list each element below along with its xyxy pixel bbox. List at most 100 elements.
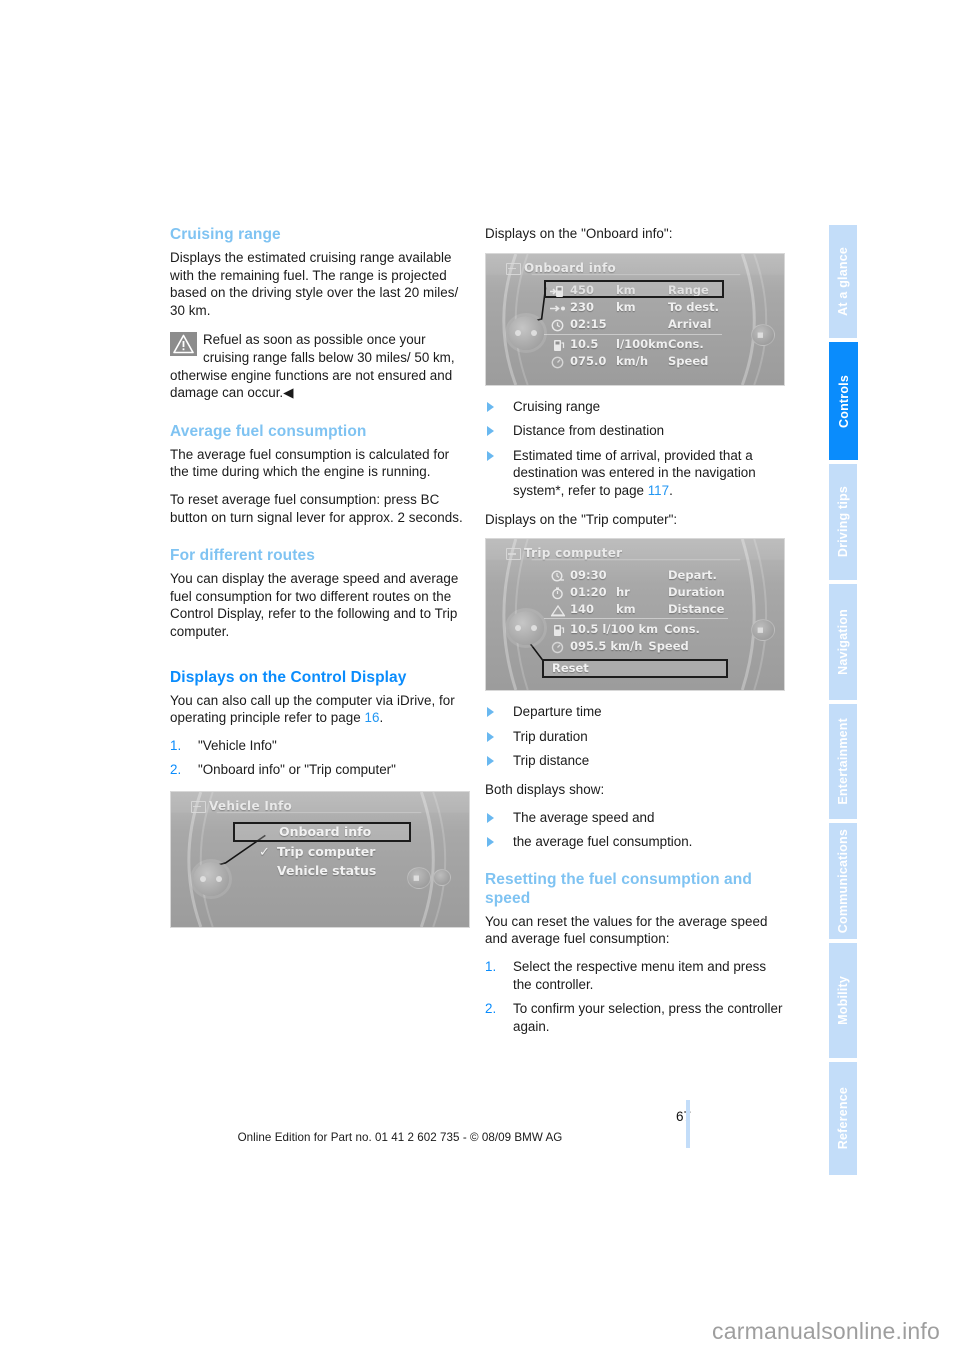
- step-text: Select the respective menu item and pres…: [513, 958, 767, 992]
- table-row[interactable]: 140 km Distance: [550, 600, 746, 617]
- list-item: The average speed and: [485, 809, 785, 827]
- cell-value: 140: [570, 601, 595, 616]
- menu-item-onboard-info[interactable]: Onboard info: [233, 821, 411, 842]
- step-text: "Vehicle Info": [198, 737, 277, 753]
- table-row[interactable]: 095.5 km/h Speed: [550, 637, 746, 654]
- menu-item-trip-computer[interactable]: ✓ Trip computer: [233, 842, 411, 861]
- site-watermark: carmanualsonline.info: [712, 1318, 940, 1344]
- table-row[interactable]: 10.5 l/100km Cons.: [550, 336, 740, 353]
- idrive-controller-graphic: [508, 611, 544, 646]
- onboard-info-bullet-list: Cruising range Distance from destination…: [485, 398, 785, 500]
- paragraph-onboard-intro: Displays on the "Onboard info":: [485, 226, 673, 241]
- cell-value: 01:20: [570, 584, 607, 599]
- page-link-16[interactable]: 16: [365, 710, 380, 725]
- distance-road-icon: [550, 602, 570, 617]
- sidebar-tab-communications[interactable]: Communications: [829, 823, 857, 941]
- cell-label: Depart.: [668, 567, 717, 582]
- cell-value: 075.0: [570, 354, 607, 369]
- table-row[interactable]: 01:20 hr Duration: [550, 583, 746, 600]
- idrive-title: Vehicle Info: [209, 798, 293, 813]
- cell-value: 02:15: [570, 317, 607, 332]
- cell-label: Duration: [668, 584, 725, 599]
- idrive-screenshot-vehicle-info: Vehicle Info Onboard info ✓ Trip compute…: [170, 790, 470, 928]
- paragraph-trip-intro: Displays on the "Trip computer":: [485, 511, 678, 527]
- bullet-text-end: .: [669, 482, 673, 498]
- sidebar-tab-label: Controls: [836, 374, 851, 428]
- paragraph-cruising-range: Displays the estimated cruising range av…: [170, 250, 459, 318]
- menu-item-label: Onboard info: [279, 823, 372, 839]
- bullet-text: Cruising range: [513, 398, 601, 414]
- paragraph-dcd-1-text: You can also call up the computer via iD…: [170, 692, 455, 726]
- list-item: the average fuel consumption.: [485, 833, 785, 851]
- sidebar-tab-mobility[interactable]: Mobility: [829, 943, 857, 1060]
- row-divider: [544, 618, 728, 620]
- list-item: 1. Select the respective menu item and p…: [485, 958, 785, 993]
- bullet-text: The average speed and: [513, 809, 655, 825]
- idrive-controller-graphic: [193, 861, 229, 896]
- fuel-pump-icon: [550, 337, 570, 352]
- cell-unit: hr: [616, 584, 630, 599]
- resetting-step-list: 1. Select the respective menu item and p…: [485, 958, 785, 1035]
- bullet-text: the average fuel consumption.: [513, 834, 693, 850]
- departure-clock-icon: [550, 568, 570, 582]
- sidebar-tab-reference[interactable]: Reference: [829, 1062, 857, 1175]
- step-number: 1.: [485, 958, 497, 974]
- reset-button[interactable]: Reset: [542, 659, 728, 679]
- page-link-117[interactable]: 117: [648, 483, 669, 498]
- cell-value: 10.5 l/100 km: [570, 621, 659, 636]
- right-content-column: Displays on the "Onboard info": Onboard …: [485, 225, 785, 1047]
- step-text: To confirm your selection, press the con…: [513, 1001, 783, 1034]
- section-tab-rail: At a glance Controls Driving tips Naviga…: [829, 225, 858, 1175]
- table-row[interactable]: 09:30 Depart.: [550, 566, 746, 583]
- cell-unit: km: [616, 601, 636, 616]
- cell-unit: km/h: [616, 354, 649, 369]
- sidebar-tab-at-a-glance[interactable]: At a glance: [829, 225, 857, 340]
- cell-label: Cons.: [668, 337, 704, 352]
- menu-item-vehicle-status[interactable]: Vehicle status: [233, 861, 411, 880]
- sidebar-tab-entertainment[interactable]: Entertainment: [829, 704, 857, 821]
- heading-displays-on-control-display: Displays on the Control Display: [170, 668, 407, 686]
- list-item: Trip duration: [485, 728, 785, 746]
- sidebar-tab-controls[interactable]: Controls: [829, 342, 858, 462]
- cell-value: 095.5 km/h: [570, 638, 643, 653]
- paragraph-both-displays-intro: Both displays show:: [485, 781, 605, 797]
- checkmark-icon: ✓: [259, 844, 270, 860]
- trip-computer-bullet-list: Departure time Trip duration Trip distan…: [485, 703, 785, 770]
- both-displays-bullet-list: The average speed and the average fuel c…: [485, 809, 785, 851]
- left-content-column: Cruising range Displays the estimated cr…: [170, 225, 470, 940]
- table-row[interactable]: 02:15 Arrival: [550, 316, 740, 333]
- table-row[interactable]: 10.5 l/100 km Cons.: [550, 620, 746, 637]
- bullet-text: Distance from destination: [513, 423, 665, 439]
- warning-triangle-icon: [170, 332, 197, 357]
- speedometer-icon: [550, 354, 570, 369]
- sidebar-tab-label: Communications: [836, 828, 850, 934]
- sidebar-tab-label: Driving tips: [836, 486, 850, 558]
- arrow-to-destination-icon: [550, 300, 570, 314]
- sidebar-tab-label: Entertainment: [836, 718, 850, 805]
- idrive-title: Onboard info: [524, 260, 617, 275]
- heading-cruising-range: Cruising range: [170, 226, 281, 243]
- triangle-bullet-icon: [487, 837, 494, 848]
- cell-value: 230: [570, 300, 595, 315]
- table-row[interactable]: 450 km Range: [544, 279, 740, 299]
- control-display-step-list: 1. "Vehicle Info" 2. "Onboard info" or "…: [170, 737, 470, 779]
- cell-label: Distance: [668, 601, 725, 616]
- stopwatch-icon: [550, 585, 570, 599]
- table-row[interactable]: 230 km To dest.: [550, 299, 740, 316]
- cell-value: 10.5: [570, 337, 599, 352]
- list-item: Distance from destination: [485, 422, 785, 440]
- page-number: 67: [675, 1109, 691, 1124]
- menu-item-label: Trip computer: [277, 843, 376, 859]
- cell-value: 09:30: [570, 567, 607, 582]
- cell-label: Arrival: [668, 317, 712, 332]
- table-row[interactable]: 075.0 km/h Speed: [550, 353, 740, 370]
- step-text: "Onboard info" or "Trip computer": [198, 762, 396, 778]
- sidebar-tab-navigation[interactable]: Navigation: [829, 584, 857, 702]
- paragraph-dcd-1: You can also call up the computer via iD…: [170, 692, 470, 727]
- idrive-right-button-graphic: ■: [407, 866, 431, 889]
- triangle-bullet-icon: [487, 812, 494, 823]
- trip-computer-title-icon: [506, 548, 521, 561]
- warning-text: Refuel as soon as possible once your cru…: [170, 332, 455, 401]
- paragraph-afc-2: To reset average fuel consumption: press…: [170, 491, 463, 525]
- sidebar-tab-driving-tips[interactable]: Driving tips: [829, 464, 857, 582]
